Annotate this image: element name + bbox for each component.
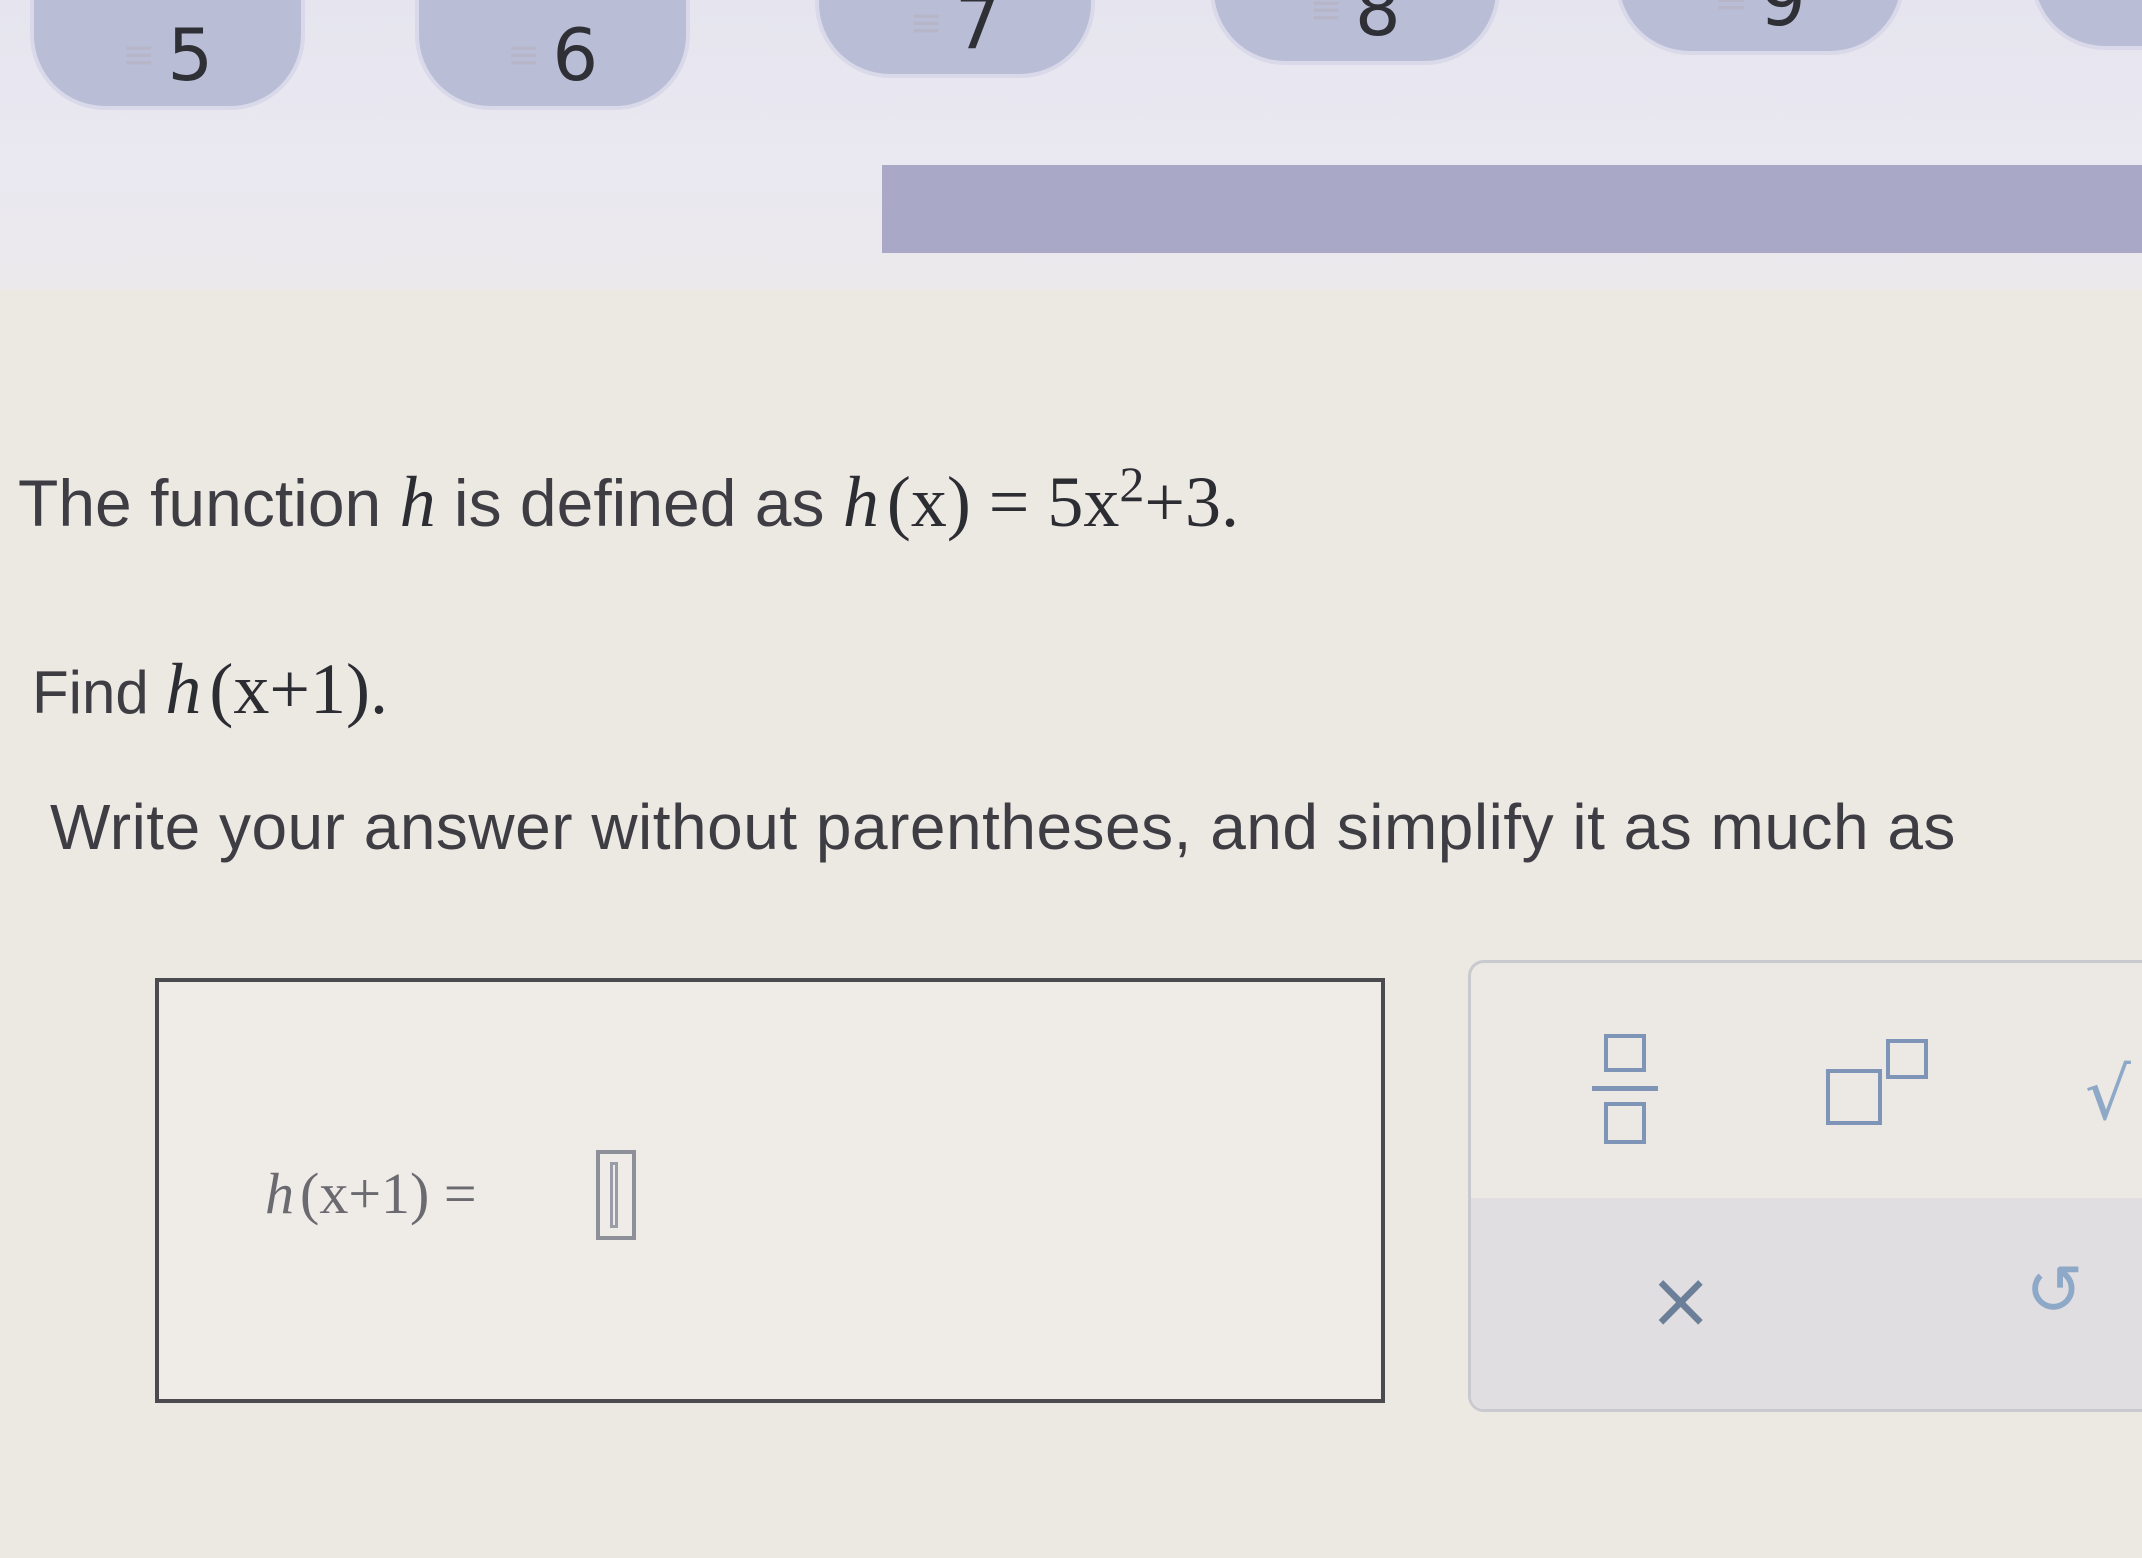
- exponent-power-box: [1886, 1039, 1928, 1079]
- answer-label: h (x+1) =: [265, 1161, 477, 1226]
- instruction-text: Write your answer without parentheses, a…: [50, 791, 1956, 863]
- question-tab-7[interactable]: ≡ 7: [815, 0, 1095, 78]
- question-status-icon: ≡: [1309, 0, 1343, 33]
- question-number: 7: [954, 0, 1001, 65]
- question-number: 8: [1354, 0, 1401, 52]
- exponent-button[interactable]: [1822, 1035, 1942, 1135]
- question-tab-8[interactable]: ≡ 8: [1210, 0, 1500, 65]
- function-definition: h (x) = 5x2+3.: [842, 456, 1240, 542]
- answer-input[interactable]: [596, 1150, 636, 1240]
- question-number: 6: [552, 13, 599, 97]
- question-tab-6[interactable]: ≡ 6: [415, 0, 690, 110]
- exponent-base-box: [1826, 1069, 1882, 1125]
- math-tool-panel: [1468, 960, 2142, 1412]
- fraction-bar: [1592, 1086, 1658, 1091]
- progress-bar: [882, 165, 2142, 253]
- question-status-icon: ≡: [909, 0, 943, 46]
- statement-middle: is defined as: [453, 466, 825, 540]
- statement-prefix: The function: [18, 466, 382, 540]
- fraction-numerator-box: [1604, 1034, 1646, 1072]
- question-status-icon: ≡: [506, 32, 541, 78]
- undo-button[interactable]: ↺: [2025, 1255, 2084, 1325]
- sqrt-button[interactable]: √: [2085, 1058, 2131, 1130]
- question-status-icon: ≡: [121, 32, 156, 78]
- question-tab-5[interactable]: ≡ 5: [30, 0, 305, 110]
- fraction-button[interactable]: [1590, 1030, 1660, 1150]
- find-prompt: Find h (x+1).: [32, 649, 388, 729]
- fraction-denominator-box: [1604, 1102, 1646, 1144]
- question-tab-9[interactable]: ≡ 9: [1615, 0, 1905, 55]
- question-number: 9: [1759, 0, 1806, 42]
- problem-statement: The function h is defined as h (x) = 5x2+…: [18, 455, 1239, 544]
- clear-button[interactable]: ×: [1648, 1262, 1713, 1340]
- question-number: 5: [167, 13, 214, 97]
- function-name: h: [399, 462, 436, 542]
- question-status-icon: ≡: [1714, 0, 1748, 23]
